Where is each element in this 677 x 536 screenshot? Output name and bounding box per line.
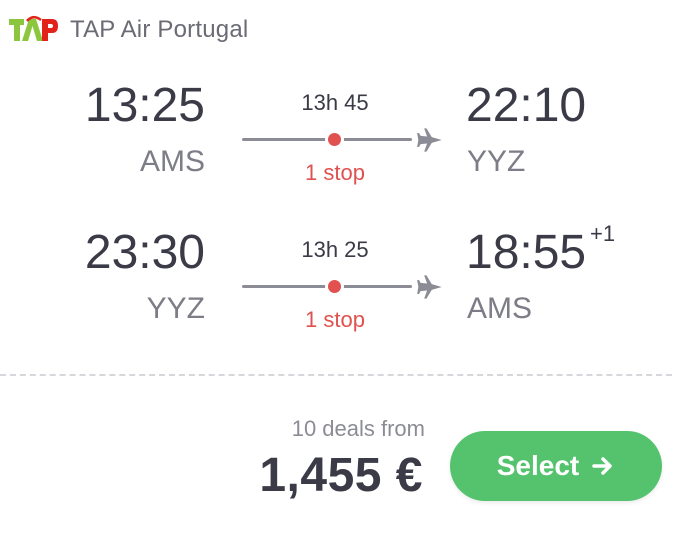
- price: 1,455 €: [259, 449, 423, 502]
- departure-time: 23:30: [84, 226, 205, 279]
- arrival-airport-code: YYZ: [467, 145, 526, 178]
- airline-name: TAP Air Portugal: [70, 16, 249, 43]
- dashed-divider: [0, 374, 672, 376]
- stops-count: 1 stop: [305, 307, 365, 332]
- flight-result-card[interactable]: TAP Air Portugal 13:25 AMS 13h 45 1 stop…: [0, 0, 677, 536]
- airplane-icon: [417, 128, 442, 152]
- flight-leg-outbound: 13:25 AMS 13h 45 1 stop 22:10 YYZ: [0, 78, 677, 188]
- stop-dot: [328, 133, 341, 146]
- route-line: [242, 138, 412, 141]
- deals-count-label: 10 deals from: [291, 416, 425, 441]
- day-offset-badge: +1: [590, 221, 616, 246]
- arrival-airport-code: AMS: [467, 292, 533, 325]
- flight-duration: 13h 45: [301, 90, 369, 115]
- arrival-time: 18:55: [466, 226, 587, 279]
- select-button-label: Select: [496, 450, 580, 481]
- departure-time: 13:25: [84, 79, 205, 132]
- select-button[interactable]: Select: [450, 431, 662, 501]
- route-line: [242, 285, 412, 288]
- arrow-right-icon: [592, 457, 612, 475]
- departure-airport-code: AMS: [139, 145, 205, 178]
- airplane-icon: [417, 275, 442, 299]
- stop-dot: [328, 280, 341, 293]
- flight-duration: 13h 25: [301, 237, 369, 262]
- airline-header: TAP Air Portugal: [8, 14, 248, 46]
- stops-count: 1 stop: [305, 160, 365, 185]
- flight-leg-return: 23:30 YYZ 13h 25 1 stop 18:55 +1 AMS: [0, 221, 677, 335]
- departure-airport-code: YYZ: [146, 292, 205, 325]
- arrival-time: 22:10: [466, 79, 587, 132]
- tap-logo: [9, 16, 58, 41]
